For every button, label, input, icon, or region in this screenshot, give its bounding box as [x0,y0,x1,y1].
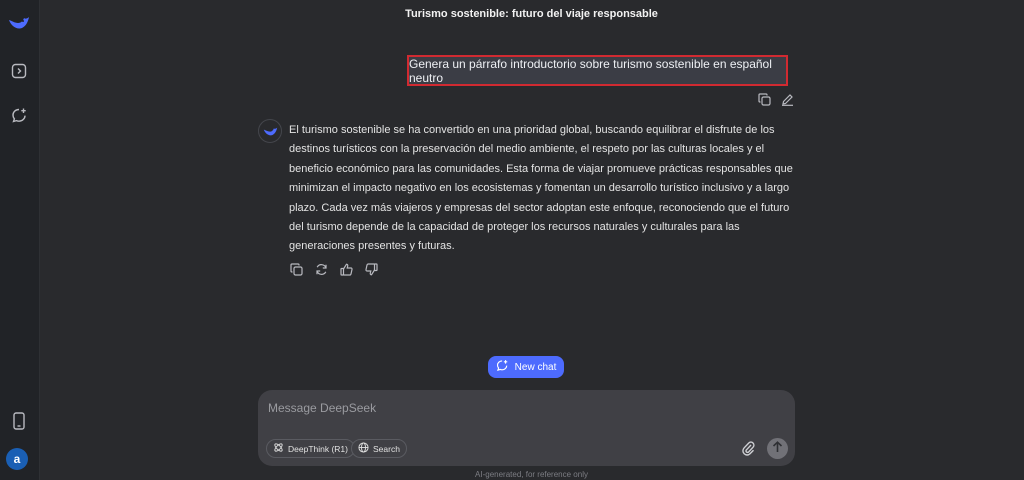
user-message-text: Genera un párrafo introductorio sobre tu… [409,56,772,85]
deepseek-logo-icon[interactable] [7,10,31,34]
user-message: Genera un párrafo introductorio sobre tu… [407,55,788,86]
conversation-title: Turismo sostenible: futuro del viaje res… [405,8,658,20]
deepthink-label: DeepThink (R1) [288,443,348,454]
deepthink-toggle[interactable]: DeepThink (R1) [266,439,355,458]
regenerate-icon[interactable] [314,262,329,277]
thumbs-up-icon[interactable] [339,262,354,277]
search-label: Search [373,443,400,454]
send-button[interactable] [767,438,788,459]
new-chat-button[interactable]: New chat [488,356,564,378]
new-chat-label: New chat [514,361,557,373]
copy-icon[interactable] [757,92,772,107]
send-arrow-icon [772,440,783,458]
thumbs-down-icon[interactable] [364,262,379,277]
globe-icon [358,442,369,455]
copy-icon[interactable] [289,262,304,277]
deepthink-icon [273,442,284,455]
disclaimer-text: AI-generated, for reference only [475,470,588,479]
new-chat-icon [496,359,509,375]
sidebar-toggle-icon[interactable] [7,59,31,83]
new-chat-icon[interactable] [7,103,31,127]
sidebar: a [0,0,40,480]
phone-icon[interactable] [7,409,31,433]
user-avatar[interactable]: a [6,448,28,470]
user-message-actions [757,92,795,107]
search-toggle[interactable]: Search [351,439,407,458]
paperclip-icon[interactable] [741,440,755,456]
assistant-message-text: El turismo sostenible se ha convertido e… [289,124,793,253]
assistant-avatar [258,119,282,143]
edit-icon[interactable] [780,92,795,107]
message-input[interactable] [266,400,730,416]
assistant-message-actions [289,262,379,277]
